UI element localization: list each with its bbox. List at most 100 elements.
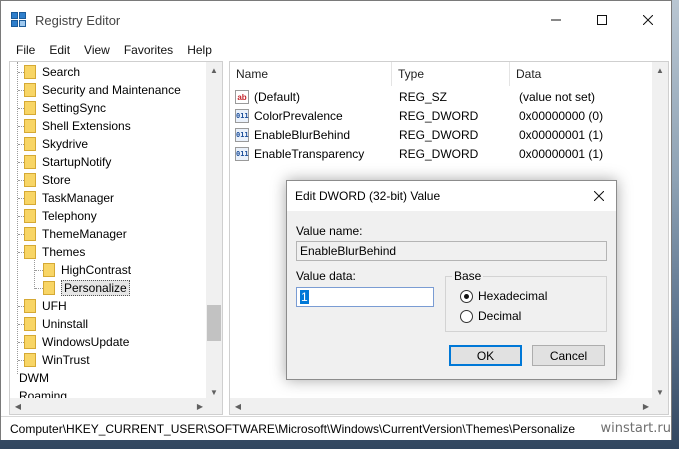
close-button[interactable] <box>625 1 671 39</box>
menu-view[interactable]: View <box>77 43 117 57</box>
tree-item-taskmanager[interactable]: TaskManager <box>14 189 114 207</box>
tree-item-label: Store <box>42 173 71 187</box>
tree-item-thememanager[interactable]: ThemeManager <box>14 225 127 243</box>
menu-file[interactable]: File <box>9 43 42 57</box>
registry-editor-icon <box>11 12 27 28</box>
minimize-button[interactable] <box>533 1 579 39</box>
tree-item-label: Uninstall <box>42 317 89 331</box>
column-header-data[interactable]: Data <box>510 62 654 86</box>
scroll-left-arrow-icon[interactable]: ◀ <box>230 398 246 414</box>
column-header-type[interactable]: Type <box>392 62 510 86</box>
tree-item-store[interactable]: Store <box>14 171 71 189</box>
scroll-up-arrow-icon[interactable]: ▲ <box>206 62 222 78</box>
maximize-icon <box>597 15 607 25</box>
folder-icon <box>24 137 36 151</box>
tree-item-label: SettingSync <box>42 101 107 115</box>
value-data-input[interactable]: 1 <box>296 287 434 307</box>
value-name: ColorPrevalence <box>254 109 343 123</box>
menu-bar: File Edit View Favorites Help <box>1 39 671 60</box>
menu-help[interactable]: Help <box>180 43 219 57</box>
tree-item-windowsupdate[interactable]: WindowsUpdate <box>14 333 129 351</box>
tree-item-label: UFH <box>42 299 67 313</box>
column-header-name[interactable]: Name <box>230 62 392 86</box>
tree-item-telephony[interactable]: Telephony <box>14 207 97 225</box>
tree-item-uninstall[interactable]: Uninstall <box>14 315 88 333</box>
value-row[interactable]: 011 ColorPrevalence REG_DWORD 0x00000000… <box>230 107 654 126</box>
scrollbar-corner <box>652 398 668 414</box>
tree-item-label: Themes <box>42 245 86 259</box>
values-vertical-scrollbar[interactable]: ▲ ▼ <box>652 62 668 400</box>
folder-open-icon <box>24 245 36 259</box>
tree-item-label: TaskManager <box>42 191 115 205</box>
folder-icon <box>24 335 36 349</box>
folder-icon <box>24 209 36 223</box>
dialog-close-button[interactable] <box>588 185 610 207</box>
value-row[interactable]: ab (Default) REG_SZ (value not set) <box>230 88 654 107</box>
folder-icon <box>24 119 36 133</box>
value-type: REG_DWORD <box>399 147 479 161</box>
key-tree-pane: Search Security and Maintenance SettingS… <box>9 61 223 415</box>
tree-item-settingsync[interactable]: SettingSync <box>14 99 106 117</box>
dword-value-icon: 011 <box>235 128 249 142</box>
menu-favorites[interactable]: Favorites <box>117 43 180 57</box>
tree-item-ufh[interactable]: UFH <box>14 297 67 315</box>
value-name: (Default) <box>254 90 301 104</box>
folder-icon <box>43 263 55 277</box>
tree-item-label: StartupNotify <box>42 155 112 169</box>
tree-item-dwm[interactable]: DWM <box>19 369 49 387</box>
value-data: 0x00000001 (1) <box>519 128 604 142</box>
edit-dword-dialog: Edit DWORD (32-bit) Value Value name: En… <box>286 180 617 380</box>
tree-item-label: HighContrast <box>61 263 132 277</box>
title-bar[interactable]: Registry Editor <box>1 1 671 39</box>
radio-decimal[interactable]: Decimal <box>460 309 521 323</box>
base-group: Base Hexadecimal Decimal <box>445 269 607 332</box>
folder-icon <box>24 155 36 169</box>
value-row[interactable]: 011 EnableBlurBehind REG_DWORD 0x0000000… <box>230 126 654 145</box>
tree-item-wintrust[interactable]: WinTrust <box>14 351 90 369</box>
tree-item-label: Skydrive <box>42 137 89 151</box>
folder-icon <box>24 83 36 97</box>
tree-item-label: WindowsUpdate <box>42 335 130 349</box>
tree-item-personalize[interactable]: Personalize <box>31 279 130 297</box>
folder-icon <box>24 191 36 205</box>
value-data-label: Value data: <box>296 269 356 283</box>
tree-item-shell-extensions[interactable]: Shell Extensions <box>14 117 131 135</box>
value-name-field: EnableBlurBehind <box>296 241 607 261</box>
dialog-title-bar[interactable]: Edit DWORD (32-bit) Value <box>287 181 616 211</box>
value-type: REG_SZ <box>399 90 448 104</box>
tree-item-label: ThemeManager <box>42 227 127 241</box>
radio-unselected-icon <box>460 309 473 323</box>
close-icon <box>594 191 604 201</box>
dialog-title: Edit DWORD (32-bit) Value <box>295 189 441 203</box>
value-name: EnableTransparency <box>254 147 365 161</box>
scroll-up-arrow-icon[interactable]: ▲ <box>652 62 668 78</box>
value-data: 0x00000000 (0) <box>519 109 604 123</box>
scroll-left-arrow-icon[interactable]: ◀ <box>10 398 26 414</box>
cancel-button[interactable]: Cancel <box>532 345 605 366</box>
tree-item-startupnotify[interactable]: StartupNotify <box>14 153 111 171</box>
values-horizontal-scrollbar[interactable]: ◀ ▶ <box>230 398 654 414</box>
maximize-button[interactable] <box>579 1 625 39</box>
tree-item-label: Security and Maintenance <box>42 83 181 97</box>
close-icon <box>643 15 653 25</box>
tree-item-label: DWM <box>19 371 49 385</box>
tree-scroll-thumb[interactable] <box>207 305 221 341</box>
tree-item-security-and-maintenance[interactable]: Security and Maintenance <box>14 81 181 99</box>
radio-hexadecimal[interactable]: Hexadecimal <box>460 289 547 303</box>
window-title: Registry Editor <box>35 12 121 28</box>
tree-horizontal-scrollbar[interactable]: ◀ ▶ <box>10 398 208 414</box>
folder-icon <box>24 101 36 115</box>
menu-edit[interactable]: Edit <box>42 43 77 57</box>
tree-item-skydrive[interactable]: Skydrive <box>14 135 88 153</box>
tree-item-themes[interactable]: Themes <box>14 243 85 261</box>
folder-icon <box>24 353 36 367</box>
base-group-label: Base <box>452 269 484 283</box>
dword-value-icon: 011 <box>235 147 249 161</box>
tree-vertical-scrollbar[interactable]: ▲ ▼ <box>206 62 222 400</box>
value-row[interactable]: 011 EnableTransparency REG_DWORD 0x00000… <box>230 145 654 164</box>
folder-icon <box>43 281 55 295</box>
ok-button[interactable]: OK <box>449 345 522 366</box>
tree-item-highcontrast[interactable]: HighContrast <box>31 261 131 279</box>
folder-icon <box>24 227 36 241</box>
tree-item-search[interactable]: Search <box>14 63 80 81</box>
